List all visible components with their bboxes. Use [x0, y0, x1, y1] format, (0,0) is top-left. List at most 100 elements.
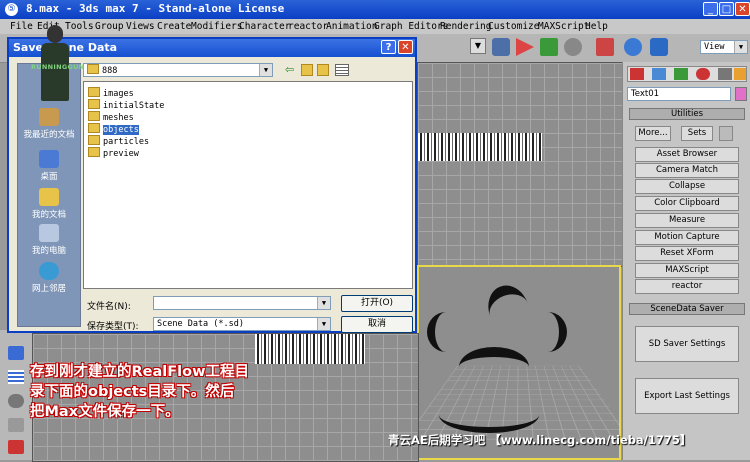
caption-line-2: 录下面的objects目录下。然后: [30, 384, 235, 400]
utility-collapse[interactable]: Collapse: [635, 179, 739, 194]
watermark: 青云AE后期学习吧 【www.linecg.com/tieba/1775】: [388, 433, 692, 447]
select-and-link-icon[interactable]: [492, 38, 510, 56]
place-desktop[interactable]: 桌面: [18, 150, 80, 182]
motion-tab-icon[interactable]: [696, 68, 710, 80]
avatar: RUNNINGGUN: [31, 25, 84, 105]
menu-reactor[interactable]: reactor: [288, 21, 328, 32]
help-button[interactable]: ?: [381, 40, 396, 54]
list-item[interactable]: preview: [88, 147, 139, 159]
folder-name: preview: [103, 149, 139, 159]
place-my-documents[interactable]: 我的文档: [18, 188, 80, 220]
configure-button-sets-icon[interactable]: [719, 126, 733, 141]
create-tab-icon[interactable]: [630, 68, 644, 80]
save-button[interactable]: 打开(O): [341, 295, 413, 312]
object-color-swatch[interactable]: [735, 87, 747, 101]
utility-maxscript[interactable]: MAXScript: [635, 263, 739, 278]
avatar-caption: RUNNINGGUN: [31, 63, 85, 71]
menu-rendering[interactable]: Rendering: [440, 21, 491, 32]
more-button[interactable]: More...: [635, 126, 671, 141]
viewport-top-right[interactable]: [417, 62, 623, 267]
folder-icon: [88, 135, 100, 145]
object-name-field[interactable]: Text01: [627, 87, 731, 101]
menu-modifiers[interactable]: Modifiers: [191, 21, 242, 32]
place-network[interactable]: 网上邻居: [18, 262, 80, 294]
utility-reset-xform[interactable]: Reset XForm: [635, 246, 739, 261]
align-icon[interactable]: [540, 38, 558, 56]
mirror-icon[interactable]: [516, 38, 534, 56]
dropdown-arrow-icon[interactable]: ▼: [470, 38, 486, 54]
place-my-computer[interactable]: 我的电脑: [18, 224, 80, 256]
menu-views[interactable]: Views: [126, 21, 155, 32]
list-item-selected[interactable]: objects: [88, 123, 139, 135]
layer-manager-icon[interactable]: [564, 38, 582, 56]
menu-group[interactable]: Group: [95, 21, 124, 32]
caption-line-1: 存到刚才建立的RealFlow工程目: [30, 364, 249, 380]
utility-motion-capture[interactable]: Motion Capture: [635, 230, 739, 245]
arc-shape-5: [439, 397, 539, 433]
reactor-tool-icon-1[interactable]: [8, 346, 24, 360]
new-folder-icon[interactable]: [317, 64, 329, 76]
render-view-dropdown[interactable]: View ▼: [700, 40, 748, 54]
sets-button[interactable]: Sets: [681, 126, 713, 141]
quick-render-icon[interactable]: [650, 38, 668, 56]
spring-icon[interactable]: [8, 394, 24, 408]
place-recent[interactable]: 我最近的文档: [18, 108, 80, 140]
filename-input[interactable]: ▼: [153, 296, 331, 310]
utility-camera-match[interactable]: Camera Match: [635, 163, 739, 178]
modify-tab-icon[interactable]: [652, 68, 666, 80]
command-panel: Text01 Utilities More... Sets Asset Brow…: [622, 62, 750, 460]
chevron-down-icon: ▼: [259, 64, 272, 76]
folder-name: initialState: [103, 101, 165, 111]
utilities-tab-icon[interactable]: [734, 68, 746, 80]
reactor-tool-icon-4[interactable]: [8, 418, 24, 432]
close-dialog-button[interactable]: ✕: [398, 40, 413, 54]
view-menu-icon[interactable]: [335, 64, 349, 76]
render-scene-icon[interactable]: [624, 38, 642, 56]
arc-shape-4: [459, 347, 529, 387]
filetype-dropdown[interactable]: Scene Data (*.sd) ▼: [153, 317, 331, 331]
reactor-tool-icon-5[interactable]: [8, 440, 24, 454]
close-window-button[interactable]: ✕: [735, 2, 750, 16]
utility-color-clipboard[interactable]: Color Clipboard: [635, 196, 739, 211]
maximize-button[interactable]: □: [719, 2, 734, 16]
utility-measure[interactable]: Measure: [635, 213, 739, 228]
utility-asset-browser[interactable]: Asset Browser: [635, 147, 739, 162]
menu-maxscript[interactable]: MAXScript: [538, 21, 589, 32]
scenedata-saver-rollout-header[interactable]: SceneData Saver: [629, 303, 745, 315]
viewport-perspective[interactable]: [417, 265, 621, 460]
render-view-value: View: [704, 42, 725, 52]
list-item[interactable]: images: [88, 87, 134, 99]
minimize-button[interactable]: _: [703, 2, 718, 16]
hierarchy-tab-icon[interactable]: [674, 68, 688, 80]
menu-graph-editors[interactable]: Graph Editors: [374, 21, 448, 32]
recent-documents-icon: [39, 108, 59, 126]
back-arrow-icon[interactable]: ⇦: [285, 64, 297, 76]
menu-animation[interactable]: Animation: [326, 21, 377, 32]
folder-icon: [88, 87, 100, 97]
menu-create[interactable]: Create: [157, 21, 191, 32]
utilities-rollout-header[interactable]: Utilities: [629, 108, 745, 120]
utility-reactor[interactable]: reactor: [635, 279, 739, 294]
cancel-button[interactable]: 取消: [341, 316, 413, 333]
menu-character[interactable]: Character: [239, 21, 290, 32]
file-list[interactable]: images initialState meshes objects parti…: [83, 81, 413, 289]
filename-label: 文件名(N):: [87, 302, 131, 312]
look-in-dropdown[interactable]: 888 ▼: [83, 63, 273, 77]
list-item[interactable]: particles: [88, 135, 149, 147]
display-tab-icon[interactable]: [718, 68, 732, 80]
list-item[interactable]: initialState: [88, 99, 164, 111]
folder-name: particles: [103, 137, 150, 147]
sd-saver-settings-button[interactable]: SD Saver Settings: [635, 326, 739, 362]
list-item[interactable]: meshes: [88, 111, 134, 123]
export-last-settings-button[interactable]: Export Last Settings: [635, 378, 739, 414]
folder-name-selected: objects: [103, 125, 139, 135]
folder-icon: [88, 147, 100, 157]
place-network-label: 网上邻居: [31, 284, 66, 294]
menu-help[interactable]: Help: [585, 21, 608, 32]
up-folder-icon[interactable]: [301, 64, 313, 76]
3dsmax-app-icon[interactable]: ⑤: [5, 3, 18, 16]
material-editor-icon[interactable]: [596, 38, 614, 56]
menu-file[interactable]: File: [10, 21, 33, 32]
menu-customize[interactable]: Customize: [488, 21, 539, 32]
water-icon[interactable]: [8, 370, 24, 384]
